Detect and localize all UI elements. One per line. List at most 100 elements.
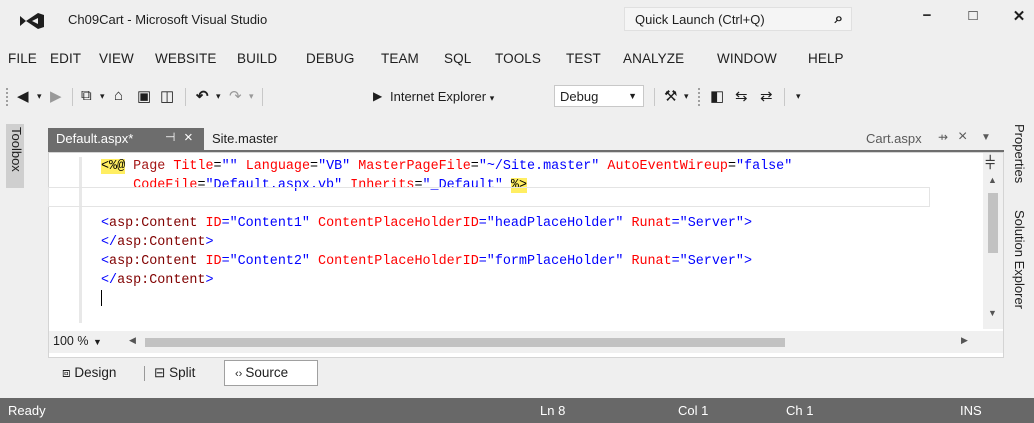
save-icon[interactable]: ▣ (137, 87, 151, 105)
menu-bar: FILE EDIT VIEW WEBSITE BUILD DEBUG TEAM … (0, 48, 1034, 70)
new-project-icon[interactable]: ⧉ (81, 87, 92, 104)
open-icon[interactable]: ⌂ (114, 87, 123, 104)
menu-help[interactable]: HELP (808, 51, 844, 66)
scroll-left-icon[interactable]: ◀ (129, 335, 136, 346)
vs-logo-icon (20, 13, 44, 29)
code-token: asp:Content (109, 254, 198, 269)
menu-test[interactable]: TEST (566, 51, 601, 66)
uncomment-icon[interactable]: ⇄ (760, 87, 773, 105)
toolbox-label: Toolbox (9, 127, 24, 172)
vertical-scrollbar[interactable]: ⫩ ▲ ▼ (983, 153, 1003, 329)
new-project-dropdown-icon[interactable]: ▾ (100, 91, 105, 102)
split-handle-icon[interactable]: ⫩ (985, 153, 995, 174)
browser-label: Internet Explorer (390, 89, 487, 104)
code-token: ="Server"> (671, 216, 752, 231)
menu-team[interactable]: TEAM (381, 51, 419, 66)
menu-tools[interactable]: TOOLS (495, 51, 541, 66)
source-label: Source (245, 365, 289, 380)
configuration-select[interactable]: Debug ▼ (554, 85, 644, 107)
view-switcher: ⧈ Design ⊟ Split ‹› Source (48, 358, 1004, 388)
quick-launch-placeholder: Quick Launch (Ctrl+Q) (635, 12, 765, 27)
code-text[interactable]: <%@ Page Title="" Language="VB" MasterPa… (101, 157, 792, 290)
search-icon[interactable]: ⌕ (835, 10, 843, 27)
toolbox-tab[interactable]: Toolbox (6, 124, 24, 188)
source-icon: ‹› (235, 368, 246, 380)
back-icon[interactable]: ◀ (17, 87, 29, 105)
code-token: < (101, 216, 110, 231)
code-line[interactable]: <asp:Content ID="Content2" ContentPlaceH… (101, 252, 792, 271)
toolbar-overflow-icon[interactable]: ▾ (684, 91, 689, 102)
browser-select[interactable]: Internet Explorer ▾ (390, 89, 494, 104)
pin-icon[interactable]: ⊣ (165, 130, 175, 144)
vertical-scroll-thumb[interactable] (988, 193, 998, 253)
code-line[interactable]: </asp:Content> (101, 233, 792, 252)
menu-view[interactable]: VIEW (99, 51, 134, 66)
tab-cart-aspx[interactable]: Cart.aspx (866, 131, 922, 146)
forward-icon[interactable]: ▶ (50, 87, 62, 105)
undo-dropdown-icon[interactable]: ▾ (216, 91, 221, 102)
current-line-highlight (48, 187, 930, 207)
code-token: "" (221, 159, 238, 174)
menu-debug[interactable]: DEBUG (306, 51, 355, 66)
code-token: ="Content2" (221, 254, 310, 269)
scroll-down-icon[interactable]: ▼ (988, 308, 997, 318)
back-dropdown-icon[interactable]: ▾ (37, 91, 42, 102)
close-icon[interactable]: × (184, 129, 193, 146)
toolbar-overflow-icon[interactable]: ▾ (796, 91, 801, 102)
tab-label: Default.aspx* (56, 131, 134, 146)
maximize-button[interactable]: □ (958, 7, 988, 29)
code-token: AutoEventWireup (607, 159, 728, 174)
code-token: "false" (736, 159, 793, 174)
split-view-button[interactable]: ⊟ Split (154, 365, 195, 381)
tab-default-aspx[interactable]: Default.aspx* ⊣ × (48, 128, 204, 150)
menu-website[interactable]: WEBSITE (155, 51, 216, 66)
toolbar-grip[interactable] (698, 88, 702, 106)
code-editor[interactable]: <%@ Page Title="" Language="VB" MasterPa… (48, 152, 1004, 358)
code-line[interactable]: </asp:Content> (101, 271, 792, 290)
find-icon[interactable]: ◧ (710, 87, 724, 105)
chevron-down-icon[interactable]: ▼ (981, 132, 991, 143)
attach-icon[interactable]: ⚒ (664, 87, 677, 105)
zoom-select[interactable]: 100 % ▼ (53, 334, 123, 351)
code-token: = (310, 159, 319, 174)
redo-icon[interactable]: ↷ (229, 87, 242, 105)
close-window-button[interactable]: ✕ (1004, 7, 1034, 29)
save-all-icon[interactable]: ◫ (160, 87, 174, 105)
code-line[interactable]: <asp:Content ID="Content1" ContentPlaceH… (101, 214, 792, 233)
redo-dropdown-icon[interactable]: ▾ (249, 91, 254, 102)
properties-tab[interactable]: Properties (1012, 124, 1027, 183)
source-view-button[interactable]: ‹› Source (224, 360, 318, 386)
scroll-right-icon[interactable]: ▶ (961, 335, 968, 346)
code-line[interactable]: <%@ Page Title="" Language="VB" MasterPa… (101, 157, 792, 176)
comment-icon[interactable]: ⇆ (735, 87, 748, 105)
toolbar-grip[interactable] (6, 88, 10, 106)
solution-explorer-tab[interactable]: Solution Explorer (1012, 210, 1027, 309)
keep-open-icon[interactable]: ⇸ (938, 130, 948, 144)
minimize-button[interactable]: − (912, 7, 942, 29)
design-icon: ⧈ (62, 365, 75, 380)
menu-window[interactable]: WINDOW (717, 51, 777, 66)
code-token: MasterPageFile (358, 159, 471, 174)
menu-sql[interactable]: SQL (444, 51, 471, 66)
undo-icon[interactable]: ↶ (196, 87, 209, 105)
menu-build[interactable]: BUILD (237, 51, 277, 66)
design-view-button[interactable]: ⧈ Design (62, 365, 116, 381)
menu-file[interactable]: FILE (8, 51, 37, 66)
status-column: Col 1 (678, 403, 709, 418)
tab-site-master[interactable]: Site.master (212, 131, 278, 146)
horizontal-scroll-thumb[interactable] (145, 338, 785, 347)
menu-edit[interactable]: EDIT (50, 51, 81, 66)
split-icon: ⊟ (154, 365, 170, 380)
start-icon[interactable]: ▶ (373, 89, 382, 103)
quick-launch-input[interactable]: Quick Launch (Ctrl+Q) ⌕ (624, 7, 852, 31)
toolbar-separator (784, 88, 785, 106)
close-icon[interactable]: × (958, 128, 967, 146)
scroll-up-icon[interactable]: ▲ (988, 175, 997, 185)
code-token: > (205, 273, 214, 288)
toolbar-separator (185, 88, 186, 106)
status-text: Ready (8, 403, 46, 418)
menu-analyze[interactable]: ANALYZE (623, 51, 684, 66)
